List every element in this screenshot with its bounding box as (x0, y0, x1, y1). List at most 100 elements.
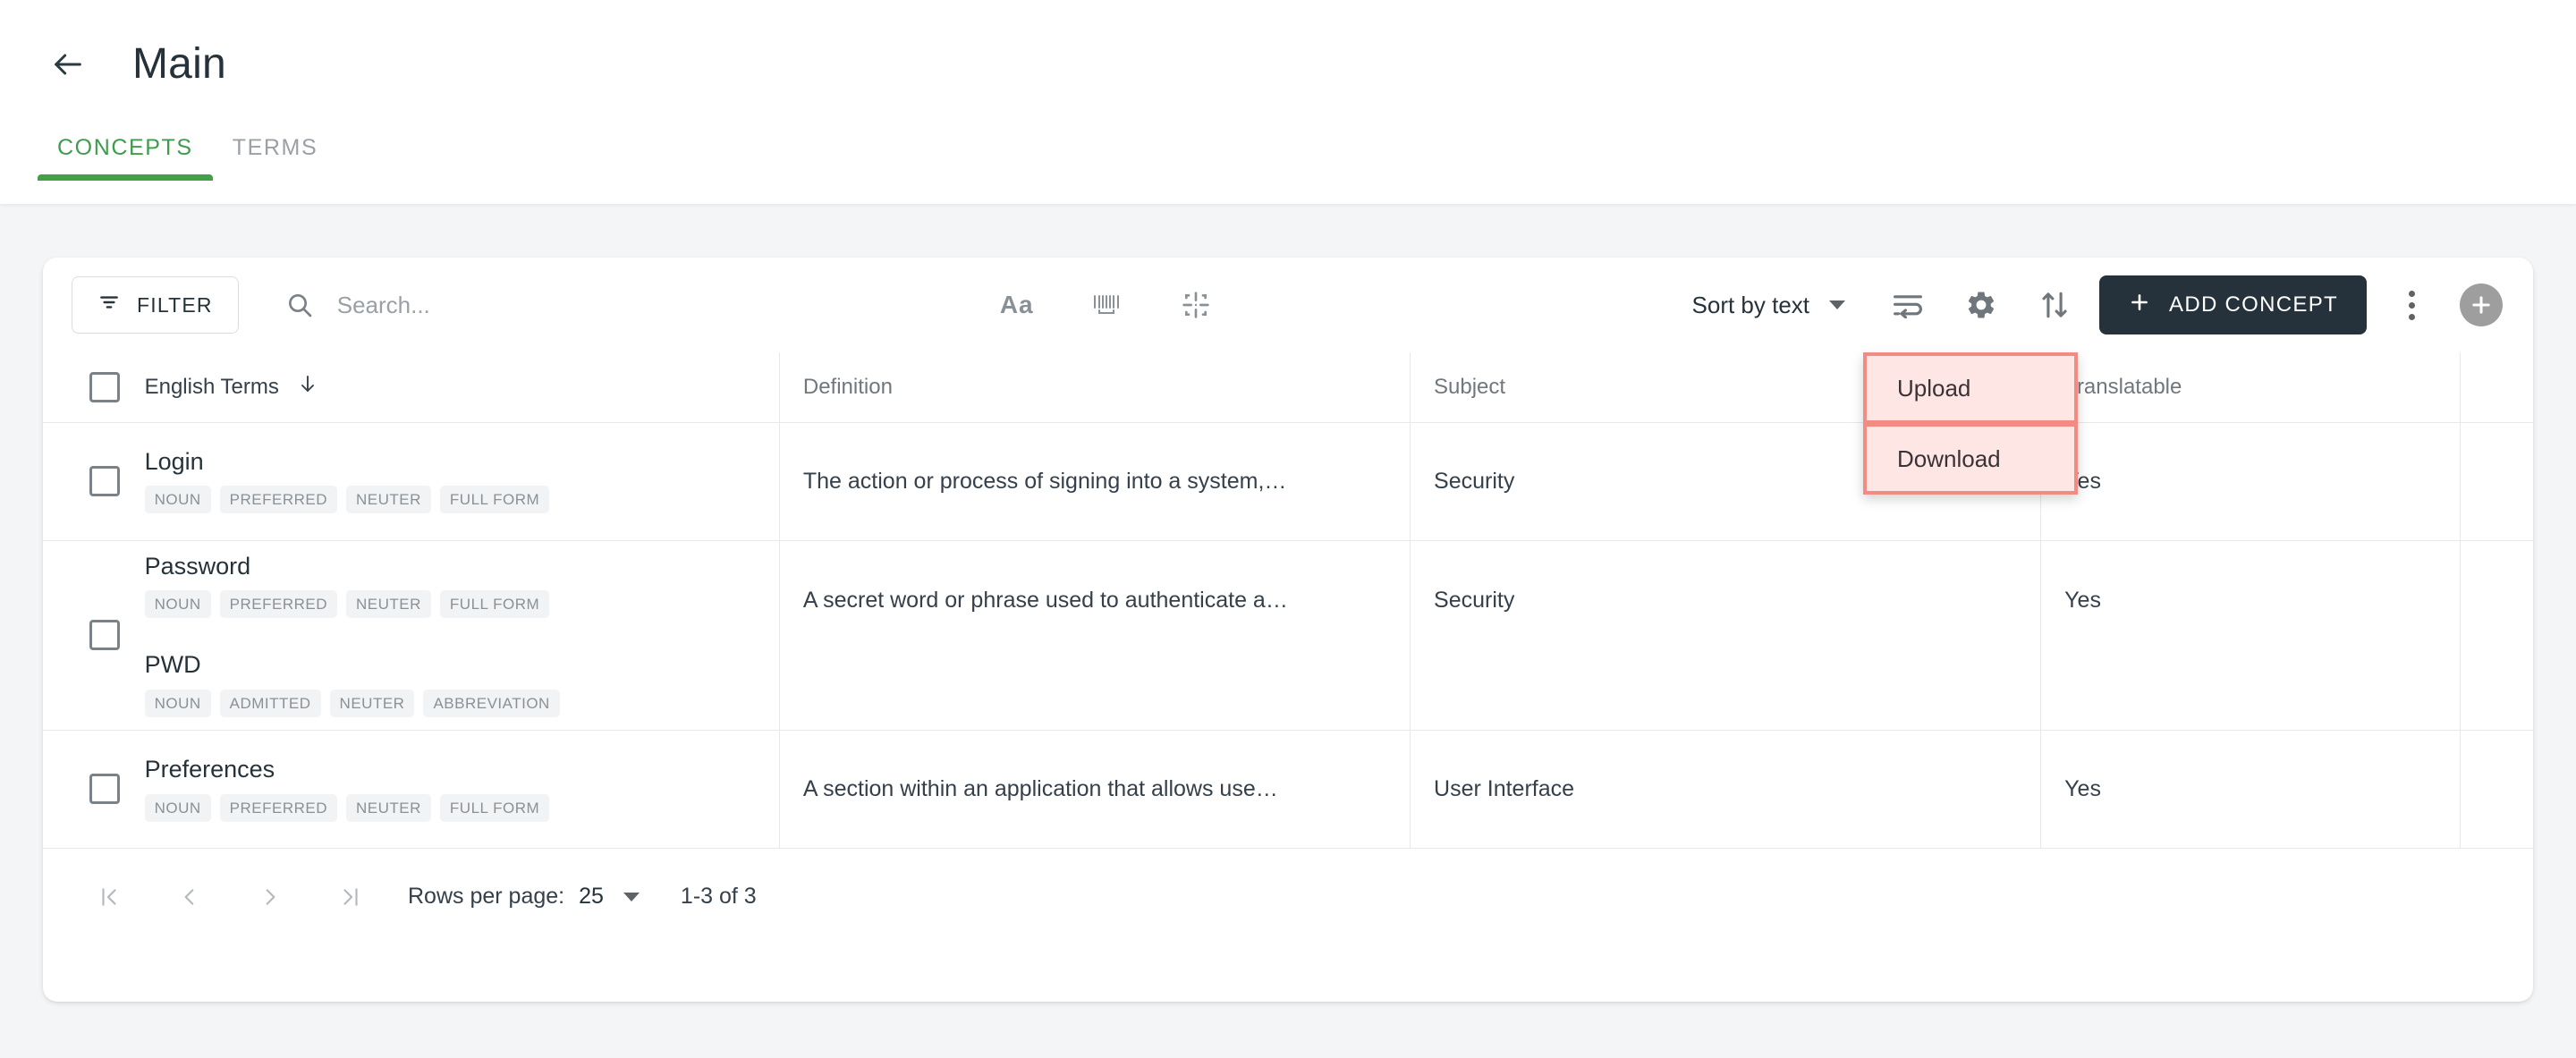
row-checkbox[interactable] (89, 774, 120, 805)
translatable-text: Yes (2064, 775, 2101, 801)
column-header-terms-label: English Terms (144, 374, 279, 399)
row-checkbox[interactable] (89, 620, 120, 651)
row-actions-cell (2459, 422, 2533, 541)
prev-page-icon[interactable] (163, 870, 216, 924)
row-select-cell (43, 540, 120, 731)
filter-button-label: FILTER (137, 292, 213, 317)
row-definition-cell: A secret word or phrase used to authenti… (778, 540, 1411, 731)
search-input[interactable] (336, 291, 962, 319)
row-terms-cell: Password NOUN PREFERRED NEUTER FULL FORM… (119, 540, 780, 731)
text-tools-group: Aa (992, 280, 1221, 330)
term-chip: ABBREVIATION (423, 689, 560, 717)
plus-icon (2128, 291, 2151, 320)
row-actions-cell (2459, 730, 2533, 849)
import-export-icon[interactable] (2029, 280, 2080, 330)
row-select-cell (43, 422, 120, 541)
search-icon (282, 287, 318, 323)
table-header-row: English Terms Definition Subject Transla… (43, 352, 2533, 423)
term-chip: NOUN (144, 793, 211, 822)
page-header: Main CONCEPTS TERMS (0, 0, 2576, 204)
column-header-definition-label: Definition (802, 374, 893, 399)
definition-text: The action or process of signing into a … (802, 468, 1287, 494)
row-definition-cell: A section within an application that all… (778, 730, 1411, 849)
term-chip: PREFERRED (219, 486, 338, 514)
tab-terms-label: TERMS (232, 135, 318, 160)
wrap-text-icon[interactable] (1883, 280, 1933, 330)
last-page-icon[interactable] (324, 870, 377, 924)
pagination-range-label: 1-3 of 3 (680, 884, 757, 910)
term-chip: NOUN (144, 689, 211, 717)
first-page-icon[interactable] (82, 870, 136, 924)
back-button[interactable] (43, 39, 93, 89)
sort-by-label: Sort by text (1691, 291, 1810, 318)
filter-icon (97, 291, 121, 319)
tab-concepts-label: CONCEPTS (57, 135, 193, 160)
add-concept-button[interactable]: ADD CONCEPT (2099, 275, 2367, 334)
match-case-icon[interactable]: Aa (992, 280, 1042, 330)
toolbar-right-icons (1883, 280, 2080, 330)
select-all-checkbox[interactable] (89, 371, 120, 402)
filter-button[interactable]: FILTER (72, 276, 239, 334)
arrow-down-icon (297, 373, 318, 401)
term-entry: Password NOUN PREFERRED NEUTER FULL FORM (144, 541, 779, 631)
term-chip: ADMITTED (219, 689, 321, 717)
row-translatable-cell: Yes (2040, 422, 2461, 541)
term-chip: NOUN (144, 486, 211, 514)
next-page-icon[interactable] (243, 870, 297, 924)
more-vertical-icon[interactable] (2386, 280, 2436, 330)
term-chip: NEUTER (329, 689, 415, 717)
barcode-icon[interactable] (1081, 280, 1131, 330)
column-header-subject-label: Subject (1434, 374, 1506, 399)
term-entry: Login NOUN PREFERRED NEUTER FULL FORM (144, 436, 779, 527)
row-subject-cell: User Interface (1410, 730, 2041, 849)
tab-bar: CONCEPTS TERMS (0, 98, 2576, 181)
gear-icon[interactable] (1956, 280, 2006, 330)
column-header-translatable[interactable]: Translatable (2040, 352, 2461, 423)
term-chip: NEUTER (346, 793, 431, 822)
sort-by-dropdown[interactable]: Sort by text (1692, 292, 1846, 319)
row-terms-cell: Login NOUN PREFERRED NEUTER FULL FORM (119, 422, 780, 541)
column-header-actions (2459, 352, 2533, 423)
rows-per-page-label: Rows per page: (408, 884, 565, 910)
term-chip: FULL FORM (439, 793, 550, 822)
subject-text: Security (1434, 468, 1515, 494)
menu-item-upload[interactable]: Upload (1863, 352, 2078, 424)
term-chips: NOUN PREFERRED NEUTER FULL FORM (144, 590, 779, 619)
concepts-table: English Terms Definition Subject Transla… (43, 352, 2533, 849)
menu-item-download[interactable]: Download (1863, 423, 2078, 495)
term-chip: PREFERRED (219, 793, 338, 822)
row-subject-cell: Security (1410, 540, 2041, 731)
term-name: Login (144, 447, 204, 475)
search-box[interactable] (282, 287, 962, 323)
tab-terms[interactable]: TERMS (213, 137, 338, 181)
arrow-left-icon (50, 47, 86, 82)
title-row: Main (0, 0, 2576, 98)
page-title: Main (132, 40, 226, 88)
row-select-cell (43, 730, 120, 849)
table-row[interactable]: Preferences NOUN PREFERRED NEUTER FULL F… (43, 730, 2533, 849)
row-definition-cell: The action or process of signing into a … (778, 422, 1411, 541)
column-header-terms[interactable]: English Terms (119, 352, 780, 423)
import-export-menu: Upload Download (1863, 352, 2078, 495)
row-checkbox[interactable] (89, 466, 120, 496)
plus-circle-icon[interactable] (2460, 284, 2503, 326)
subject-text: User Interface (1434, 775, 1575, 801)
tab-concepts[interactable]: CONCEPTS (38, 137, 213, 181)
row-translatable-cell: Yes (2040, 540, 2461, 731)
column-header-translatable-label: Translatable (2064, 374, 2182, 399)
table-row[interactable]: Login NOUN PREFERRED NEUTER FULL FORM Th… (43, 422, 2533, 541)
add-concept-label: ADD CONCEPT (2169, 292, 2338, 317)
subject-text: Security (1434, 587, 1515, 613)
row-actions-cell (2459, 540, 2533, 731)
crop-target-icon[interactable] (1171, 280, 1221, 330)
rows-per-page-value[interactable]: 25 (579, 884, 604, 910)
term-name: Password (144, 552, 251, 580)
definition-text: A section within an application that all… (802, 775, 1278, 801)
term-chips: NOUN PREFERRED NEUTER FULL FORM (144, 793, 779, 822)
row-terms-cell: Preferences NOUN PREFERRED NEUTER FULL F… (119, 730, 780, 849)
term-entry: PWD NOUN ADMITTED NEUTER ABBREVIATION (144, 639, 779, 730)
term-name: Preferences (144, 756, 275, 783)
rows-per-page-chevron-down-icon[interactable] (623, 892, 640, 901)
column-header-definition[interactable]: Definition (778, 352, 1411, 423)
table-row[interactable]: Password NOUN PREFERRED NEUTER FULL FORM… (43, 540, 2533, 731)
